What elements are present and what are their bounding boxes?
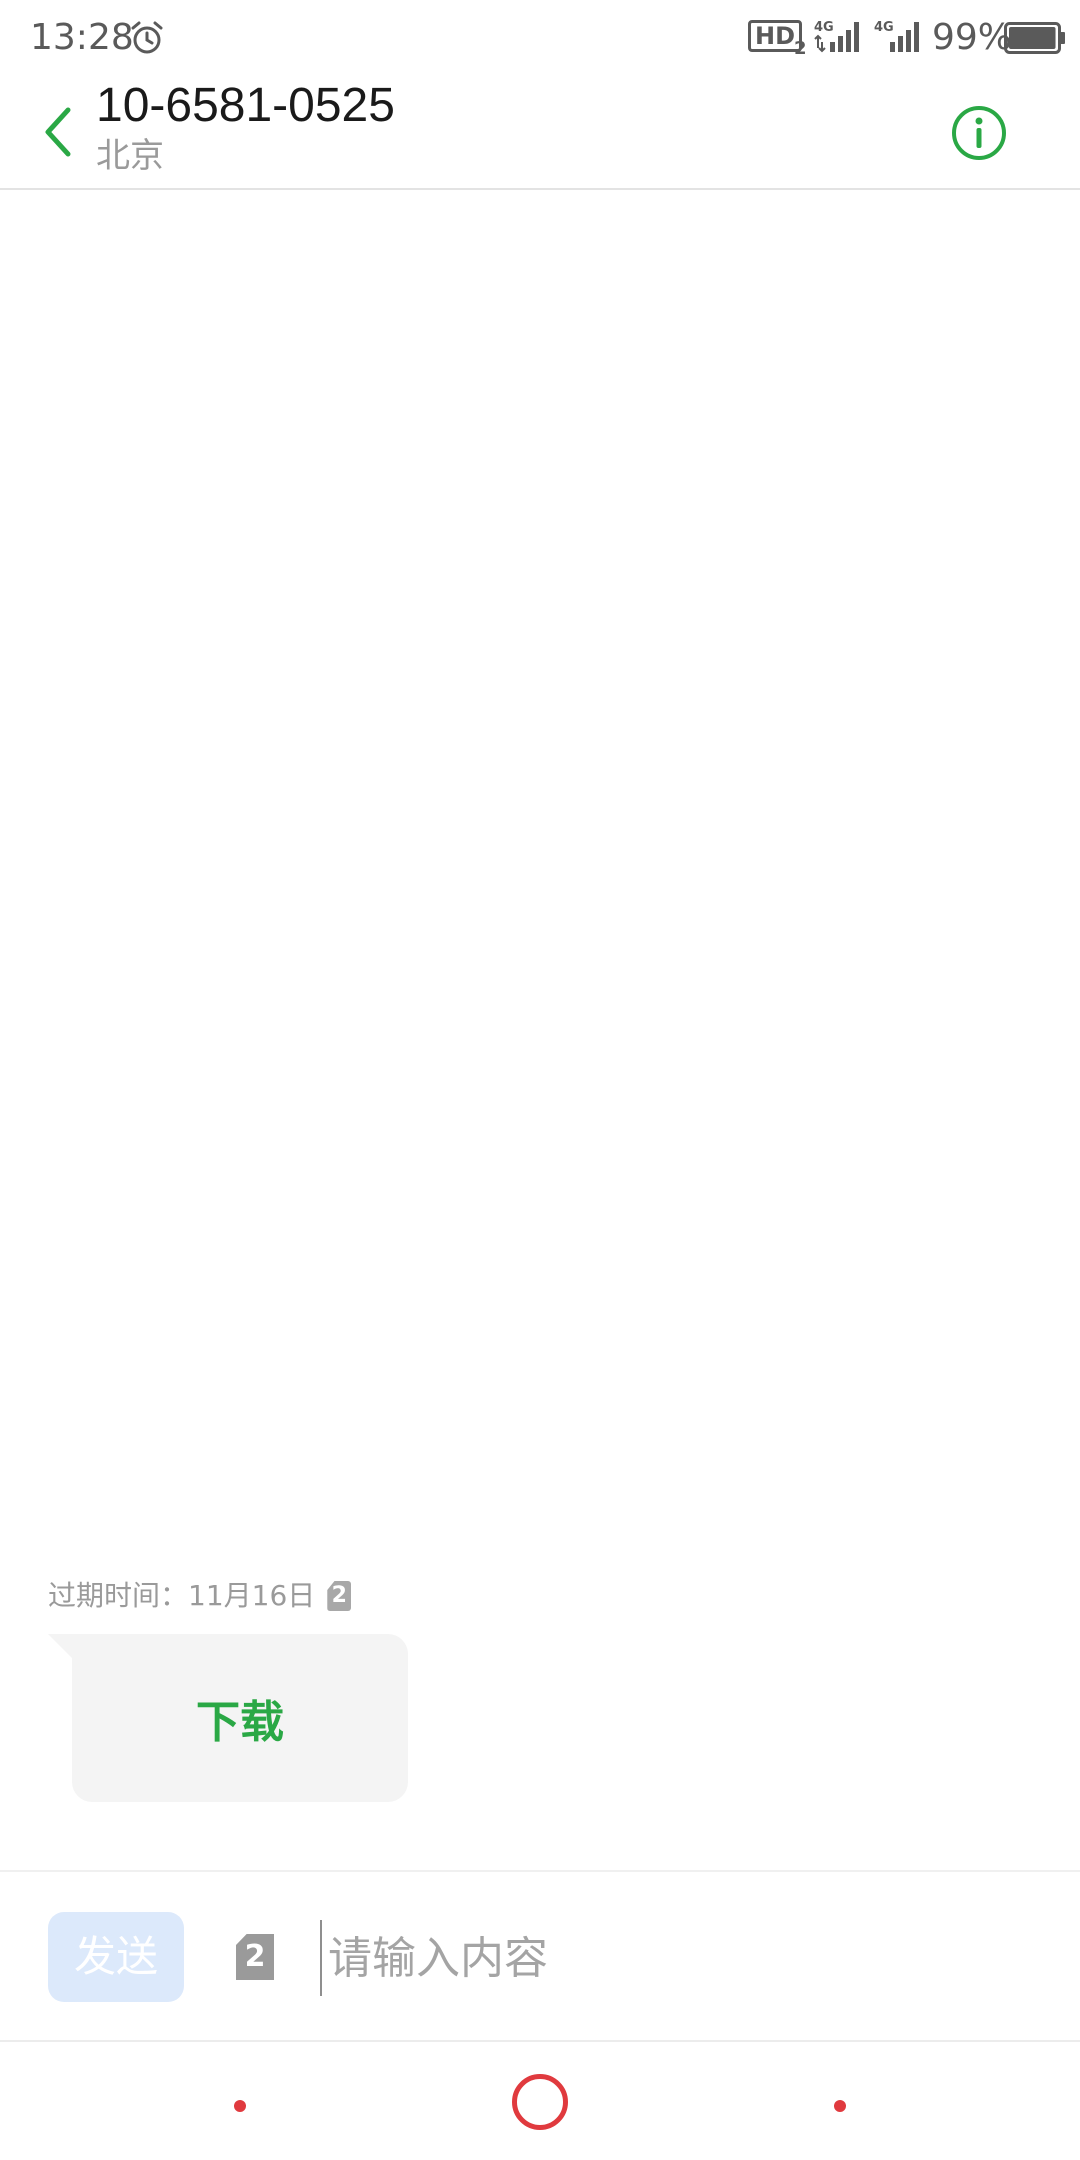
conversation-header: 10-6581-0525 北京: [0, 76, 1080, 190]
battery-icon: [1004, 22, 1065, 54]
expiry-date: 11月16日: [188, 1579, 316, 1612]
contact-location: 北京: [96, 136, 164, 176]
sim-card-icon: 2: [327, 1581, 352, 1611]
chevron-left-icon: [45, 107, 71, 157]
message-expiry-row: 过期时间： 11月16日 2: [48, 1576, 352, 1616]
status-bar: 13:28 HD 2 4G 4G 99%: [0, 0, 1080, 76]
message-input[interactable]: [320, 1920, 1040, 1996]
hd-voice-sim-number: 2: [794, 38, 807, 59]
alarm-icon: [131, 21, 163, 54]
network-type-label: 4G: [814, 20, 834, 35]
sim-select-button[interactable]: 2: [236, 1934, 274, 1980]
info-icon: [952, 106, 1006, 160]
download-button[interactable]: 下载: [196, 1686, 284, 1750]
navigation-bar: [0, 2040, 1080, 2160]
signal-icon: 4G: [874, 20, 919, 52]
nav-recents-button[interactable]: [834, 2100, 846, 2112]
signal-icon: 4G: [814, 20, 859, 53]
battery-fill: [1009, 27, 1056, 49]
compose-bar: 发送 2: [0, 1870, 1080, 2040]
info-button[interactable]: [950, 104, 1008, 162]
contact-number: 10-6581-0525: [96, 79, 395, 132]
expiry-label: 过期时间：: [48, 1579, 189, 1612]
battery-percent: 99%: [932, 17, 1013, 58]
nav-home-button[interactable]: [512, 2074, 568, 2130]
status-time: 13:28: [30, 17, 134, 58]
send-button[interactable]: 发送: [48, 1912, 184, 2002]
message-bubble[interactable]: 下载: [72, 1634, 408, 1802]
nav-back-button[interactable]: [234, 2100, 246, 2112]
back-button[interactable]: [30, 94, 90, 164]
network-type-label: 4G: [874, 20, 894, 35]
